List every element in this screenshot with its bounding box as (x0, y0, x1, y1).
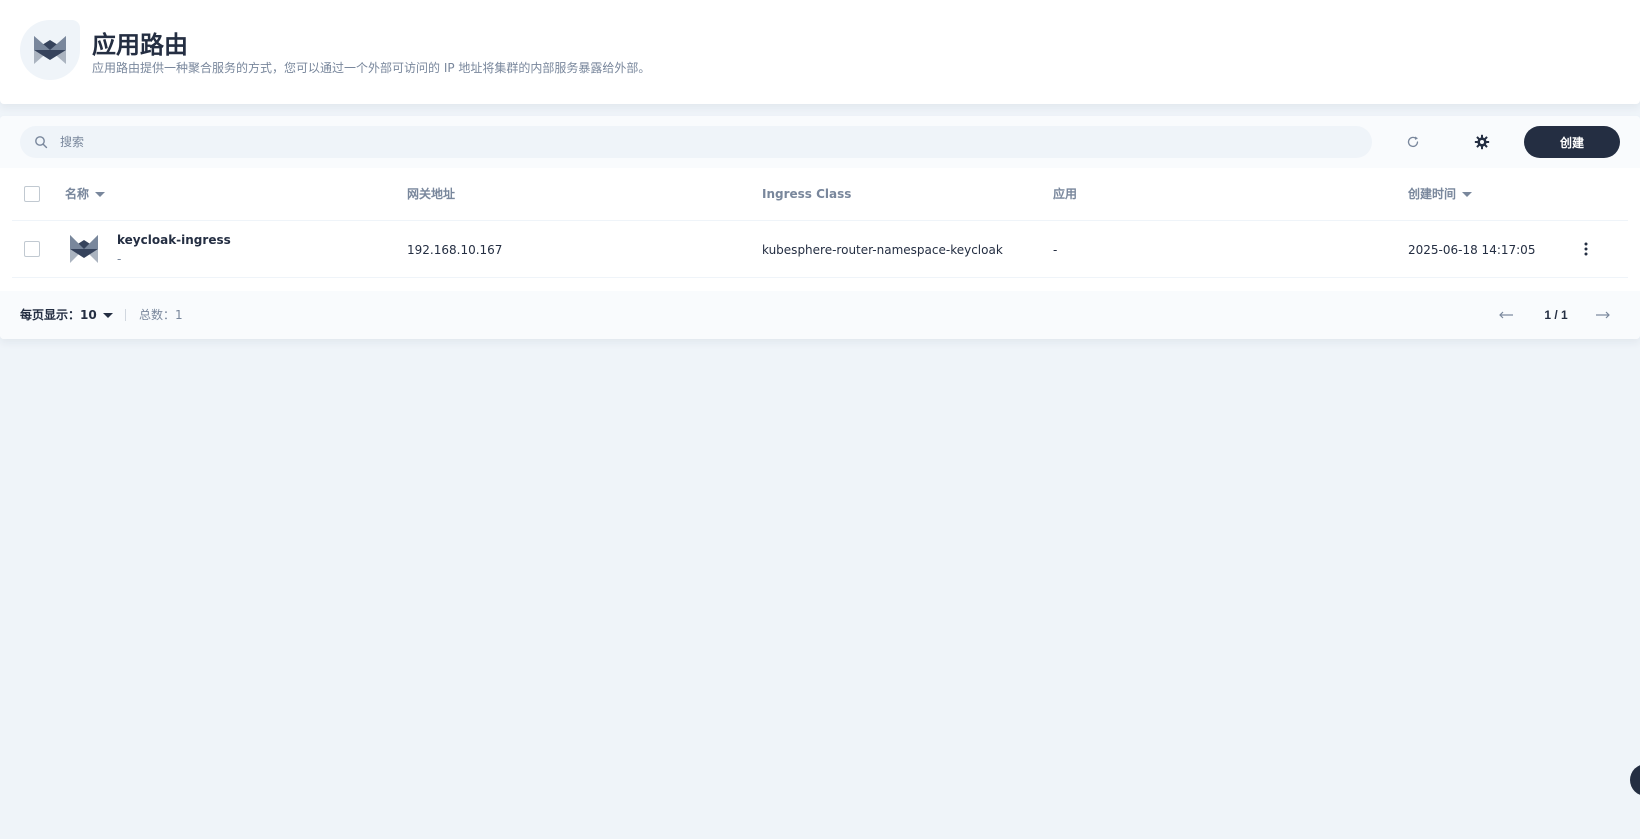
per-page-value: 10 (80, 308, 97, 322)
search-input[interactable] (60, 126, 1350, 158)
column-header-ingress-class: Ingress Class (762, 187, 852, 201)
arrow-left-icon (1499, 311, 1513, 319)
search-box[interactable] (20, 126, 1372, 158)
page-indicator: 1 / 1 (1544, 308, 1568, 322)
next-page-button[interactable] (1591, 303, 1615, 327)
arrow-right-icon (1596, 311, 1610, 319)
row-checkbox[interactable] (24, 241, 40, 257)
search-icon (35, 136, 48, 149)
page-title: 应用路由 (92, 31, 188, 59)
column-label-name: 名称 (65, 187, 90, 201)
prev-page-button[interactable] (1494, 303, 1518, 327)
footer-divider (125, 309, 126, 321)
sort-caret-icon (1462, 192, 1473, 197)
row-app: - (1053, 243, 1058, 257)
select-all-checkbox[interactable] (24, 186, 40, 202)
column-header-created[interactable]: 创建时间 (1408, 168, 1473, 221)
row-more-button[interactable] (1572, 235, 1600, 263)
total-count: 总数：1 (139, 308, 183, 322)
toolbar: 创建 (0, 116, 1640, 168)
settings-button[interactable] (1466, 126, 1498, 158)
row-subtitle: - (117, 252, 122, 266)
sort-caret-icon (95, 192, 106, 197)
table-row: keycloak-ingress - 192.168.10.167 kubesp… (12, 221, 1628, 278)
create-button[interactable]: 创建 (1524, 126, 1620, 158)
page-description: 应用路由提供一种聚合服务的方式，您可以通过一个外部可访问的 IP 地址将集群的内… (92, 61, 651, 75)
ingress-icon (20, 20, 80, 80)
floating-toolbox-button[interactable] (1630, 764, 1640, 796)
row-ingress-class: kubesphere-router-namespace-keycloak (762, 243, 1003, 257)
row-gateway: 192.168.10.167 (407, 243, 503, 257)
table-header: 名称 网关地址 Ingress Class 应用 创建时间 (12, 168, 1628, 221)
gear-icon (1474, 134, 1490, 150)
column-header-name[interactable]: 名称 (65, 168, 106, 221)
more-vertical-icon (1584, 242, 1588, 256)
refresh-icon (1407, 136, 1419, 148)
column-header-gateway: 网关地址 (407, 187, 456, 201)
row-created-time: 2025-06-18 14:17:05 (1408, 243, 1536, 257)
page-header: 应用路由 应用路由提供一种聚合服务的方式，您可以通过一个外部可访问的 IP 地址… (0, 0, 1640, 104)
ingress-icon (70, 235, 98, 263)
column-label-created: 创建时间 (1408, 187, 1457, 201)
row-name-link[interactable]: keycloak-ingress (117, 233, 231, 247)
column-header-app: 应用 (1053, 187, 1078, 201)
per-page-selector[interactable]: 每页显示：10 (20, 291, 113, 339)
ingress-list-panel: 创建 名称 网关地址 Ingress Class 应用 创建时间 keycloa… (0, 116, 1640, 339)
per-page-label: 每页显示： (20, 308, 81, 322)
refresh-button[interactable] (1397, 126, 1429, 158)
pagination-footer: 每页显示：10 总数：1 1 / 1 (0, 291, 1640, 339)
chevron-down-icon (102, 313, 113, 318)
